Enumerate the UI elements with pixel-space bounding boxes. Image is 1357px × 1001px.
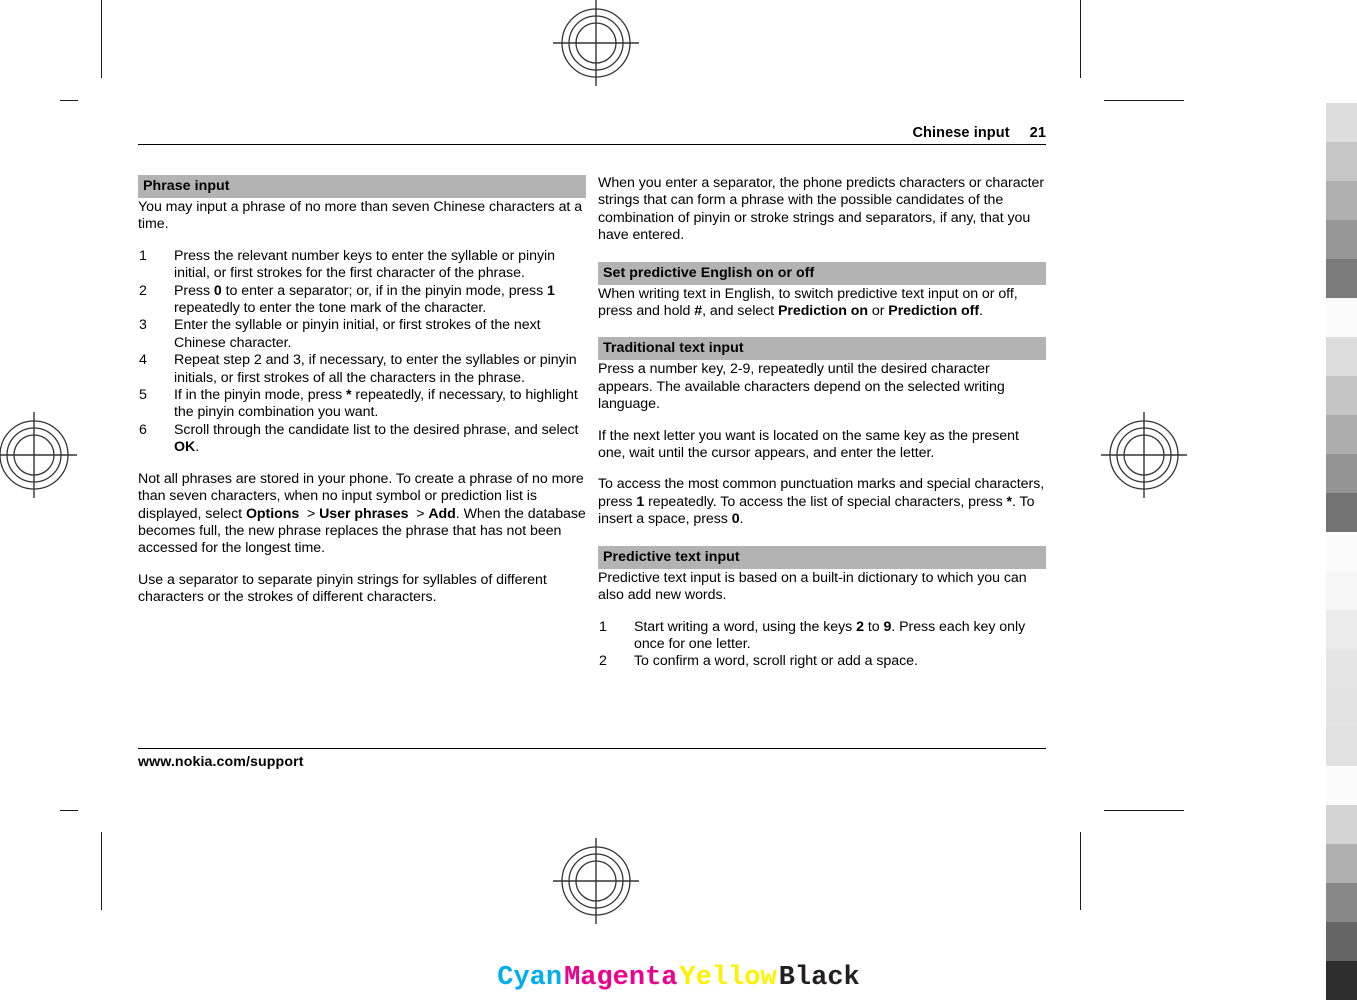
section-heading-predictive-english: Set predictive English on or off bbox=[598, 261, 1046, 285]
paragraph-separator-prediction: When you enter a separator, the phone pr… bbox=[598, 175, 1045, 244]
paragraph-traditional-2: If the next letter you want is located o… bbox=[598, 427, 1019, 462]
color-bar-yellow: Yellow bbox=[679, 963, 777, 993]
step-number: 1 bbox=[599, 618, 607, 635]
step-number: 2 bbox=[599, 653, 607, 670]
list-item: 1 Press the relevant number keys to ente… bbox=[138, 248, 586, 283]
page-number: 21 bbox=[1029, 125, 1046, 141]
steps-list-phrase-input: 1 Press the relevant number keys to ente… bbox=[138, 248, 586, 457]
support-url[interactable]: www.nokia.com/support bbox=[138, 754, 304, 770]
color-bar-black: Black bbox=[778, 963, 860, 993]
step-text: Press 0 to enter a separator; or, if in … bbox=[174, 282, 555, 317]
cmyk-color-bar: CyanMagentaYellowBlack bbox=[0, 963, 1357, 993]
paragraph-traditional-3: To access the most common punctuation ma… bbox=[598, 476, 1045, 528]
paragraph-separator-usage: Use a separator to separate pinyin strin… bbox=[138, 571, 547, 606]
page-header: Chinese input 21 bbox=[138, 125, 1046, 145]
column-left: Phrase input You may input a phrase of n… bbox=[138, 175, 586, 607]
step-text: Scroll through the candidate list to the… bbox=[174, 421, 579, 456]
step-text: Repeat step 2 and 3, if necessary, to en… bbox=[174, 352, 577, 386]
column-right: When you enter a separator, the phone pr… bbox=[598, 175, 1046, 671]
step-text: Press the relevant number keys to enter … bbox=[174, 247, 555, 282]
list-item: 3 Enter the syllable or pinyin initial, … bbox=[138, 317, 586, 352]
list-item: 2 Press 0 to enter a separator; or, if i… bbox=[138, 283, 586, 318]
color-bar-cyan: Cyan bbox=[497, 963, 563, 993]
manual-page: Chinese input 21 Phrase input You may inp… bbox=[0, 0, 1357, 1001]
step-number: 2 bbox=[139, 282, 147, 299]
step-text: To confirm a word, scroll right or add a… bbox=[634, 653, 918, 670]
step-text: Enter the syllable or pinyin initial, or… bbox=[174, 317, 541, 351]
step-text: Start writing a word, using the keys 2 t… bbox=[634, 618, 1026, 652]
list-item: 6 Scroll through the candidate list to t… bbox=[138, 422, 586, 457]
section-heading-traditional-text-input: Traditional text input bbox=[598, 337, 1046, 361]
step-number: 6 bbox=[139, 421, 147, 438]
section-heading-predictive-text-input: Predictive text input bbox=[598, 545, 1046, 569]
paragraph-user-phrases: Not all phrases are stored in your phone… bbox=[138, 470, 586, 557]
paragraph-predictive-intro: Predictive text input is based on a buil… bbox=[598, 569, 1027, 604]
list-item: 2 To confirm a word, scroll right or add… bbox=[598, 653, 1046, 670]
paragraph-predictive-english: When writing text in English, to switch … bbox=[598, 285, 1018, 320]
step-text: If in the pinyin mode, press * repeatedl… bbox=[174, 387, 578, 421]
step-number: 1 bbox=[139, 247, 147, 264]
page-header-title: Chinese input bbox=[912, 125, 1010, 141]
page-header-inner: Chinese input 21 bbox=[138, 125, 1046, 141]
step-number: 4 bbox=[139, 352, 147, 369]
step-number: 3 bbox=[139, 317, 147, 334]
step-number: 5 bbox=[139, 387, 147, 404]
list-item: 5 If in the pinyin mode, press * repeate… bbox=[138, 387, 586, 422]
list-item: 1 Start writing a word, using the keys 2… bbox=[598, 619, 1046, 654]
list-item: 4 Repeat step 2 and 3, if necessary, to … bbox=[138, 352, 586, 387]
color-bar-magenta: Magenta bbox=[564, 963, 678, 993]
paragraph-phrase-intro: You may input a phrase of no more than s… bbox=[138, 199, 583, 233]
page-footer: www.nokia.com/support bbox=[138, 748, 1046, 771]
section-heading-phrase-input: Phrase input bbox=[138, 175, 586, 198]
steps-list-predictive-text: 1 Start writing a word, using the keys 2… bbox=[598, 619, 1046, 671]
paragraph-traditional-1: Press a number key, 2-9, repeatedly unti… bbox=[598, 361, 1005, 413]
